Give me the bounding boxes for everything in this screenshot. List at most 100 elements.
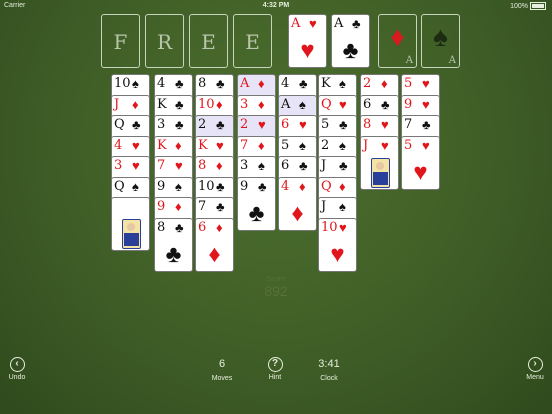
undo-icon: ‹ <box>9 357 25 372</box>
foundation-hint: A <box>448 55 456 66</box>
card-rank: K <box>321 76 331 91</box>
card-suit: ♦ <box>258 138 265 153</box>
card-suit: ♥ <box>132 158 140 173</box>
card-rank: 8 <box>363 117 372 132</box>
card-suit: ♣ <box>216 117 225 132</box>
card-suit: ♦ <box>175 138 182 153</box>
card-rank: 4 <box>281 76 290 91</box>
card-rank: 3 <box>240 97 249 112</box>
hint-label: Hint <box>268 374 282 381</box>
card-suit: ♥ <box>422 138 430 153</box>
clock-value: 3:41 <box>318 358 340 370</box>
card-rank: K <box>157 97 167 112</box>
free-cell-1[interactable]: F <box>101 14 140 68</box>
card-suit: ♣ <box>175 117 184 132</box>
card-pip: ♥ <box>413 159 428 186</box>
card-rank: 6 <box>363 97 372 112</box>
foundation-2[interactable]: A ♣ ♣ <box>331 14 370 68</box>
free-cell-2[interactable]: R <box>145 14 184 68</box>
face-card-art <box>371 158 390 188</box>
card-rank: 6 <box>281 117 290 132</box>
moves-counter: 6 Moves <box>205 357 239 382</box>
battery-icon <box>530 2 546 10</box>
tableau-card[interactable]: 4 ♦ ♦ <box>278 177 317 231</box>
battery-percent: 100% <box>510 2 528 10</box>
card-rank: 8 <box>198 76 207 91</box>
free-cell-letter: F <box>113 30 128 54</box>
card-suit: ♥ <box>216 138 224 153</box>
card-rank: 10 <box>198 97 215 112</box>
card-suit: ♠ <box>339 138 346 153</box>
free-cell-4[interactable]: E <box>233 14 272 68</box>
card-suit: ♠ <box>175 179 182 194</box>
card-suit: ♠ <box>299 138 306 153</box>
card-suit: ♦ <box>216 158 223 173</box>
free-cell-3[interactable]: E <box>189 14 228 68</box>
card-suit: ♣ <box>175 220 184 235</box>
card-suit: ♥ <box>258 117 266 132</box>
suit-placeholder-icon: ♦ <box>390 21 405 52</box>
card-suit: ♣ <box>339 117 348 132</box>
clock: 3:41 Clock <box>312 357 346 382</box>
card-suit: ♣ <box>258 179 267 194</box>
clock-label: Clock <box>320 375 338 382</box>
card-suit: ♠ <box>299 97 306 112</box>
card-pip: ♣ <box>248 200 265 227</box>
card-suit: ♣ <box>339 158 348 173</box>
card-suit: ♦ <box>216 220 223 235</box>
tableau-card[interactable]: 5 ♥ ♥ <box>401 136 440 190</box>
tableau-card[interactable]: 10 ♥ ♥ <box>318 218 357 272</box>
card-suit: ♣ <box>175 97 184 112</box>
tableau-card[interactable]: 6 ♦ ♦ <box>195 218 234 272</box>
card-rank: A <box>291 16 301 31</box>
card-rank: 10 <box>321 220 338 235</box>
tableau-card[interactable]: J ♥ <box>360 136 399 190</box>
card-rank: 9 <box>157 179 166 194</box>
score-label: Score <box>266 276 286 283</box>
foundation-hint: A <box>405 55 413 66</box>
card-suit: ♦ <box>258 76 265 91</box>
card-suit: ♦ <box>175 199 182 214</box>
card-rank: J <box>363 138 369 153</box>
question-icon: ? <box>267 357 283 372</box>
hint-button[interactable]: ? Hint <box>262 357 288 381</box>
card-rank: 7 <box>198 199 207 214</box>
tableau-card[interactable]: 8 ♣ ♣ <box>154 218 193 272</box>
card-suit: ♥ <box>339 97 347 112</box>
free-cell-letter: R <box>156 30 173 54</box>
card-rank: 10 <box>198 179 215 194</box>
card-suit: ♥ <box>175 158 183 173</box>
card-rank: 4 <box>281 179 290 194</box>
card-rank: 8 <box>157 220 166 235</box>
card-rank: 2 <box>240 117 249 132</box>
foundation-4[interactable]: ♠ A <box>421 14 460 68</box>
menu-label: Menu <box>526 374 544 381</box>
card-suit: ♦ <box>339 179 346 194</box>
moves-label: Moves <box>211 375 233 382</box>
card-suit: ♣ <box>175 76 184 91</box>
card-rank: 7 <box>240 138 249 153</box>
menu-button[interactable]: › Menu <box>522 357 548 381</box>
card-suit: ♥ <box>132 138 140 153</box>
card-suit: ♦ <box>299 179 306 194</box>
face-card-art <box>122 219 141 249</box>
free-cell-letter: E <box>245 30 260 54</box>
card-rank: Q <box>321 179 332 194</box>
status-time: 4:32 PM <box>262 2 290 9</box>
foundation-3[interactable]: ♦ A <box>378 14 417 68</box>
card-rank: J <box>114 97 120 112</box>
foundation-1[interactable]: A ♥ ♥ <box>288 14 327 68</box>
moves-value: 6 <box>218 358 226 370</box>
card-suit: ♣ <box>422 117 431 132</box>
undo-button[interactable]: ‹ Undo <box>4 357 30 381</box>
tableau-card[interactable]: 9 ♣ ♣ <box>237 177 276 231</box>
status-bar: Carrier 4:32 PM 100% <box>0 0 552 12</box>
card-suit: ♣ <box>299 76 308 91</box>
card-rank: 4 <box>157 76 166 91</box>
card-suit: ♥ <box>299 117 307 132</box>
tableau-card[interactable] <box>111 197 150 251</box>
card-rank: 8 <box>198 158 207 173</box>
card-rank: A <box>281 97 291 112</box>
card-suit: ♣ <box>132 117 141 132</box>
card-rank: 9 <box>404 97 413 112</box>
